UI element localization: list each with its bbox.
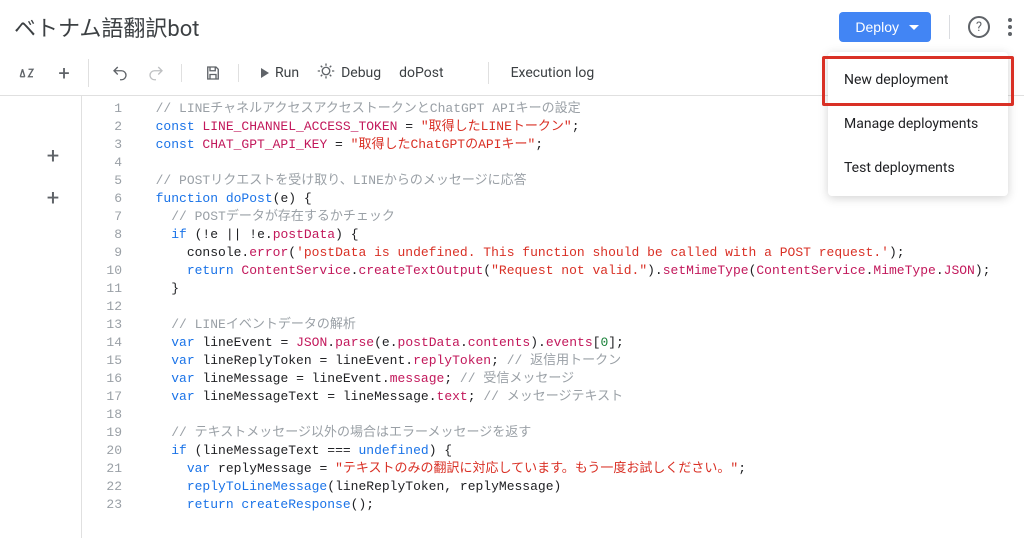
- help-icon[interactable]: ?: [968, 16, 990, 38]
- deploy-button-label: Deploy: [855, 19, 899, 35]
- line-number: 15: [82, 352, 122, 370]
- toolbar-left: +: [18, 59, 89, 87]
- deploy-menu-item[interactable]: New deployment: [828, 58, 1008, 102]
- code-line[interactable]: var replyMessage = "テキストのみの翻訳に対応しています。もう…: [140, 460, 1024, 478]
- deploy-menu-item[interactable]: Manage deployments: [828, 102, 1008, 146]
- deploy-menu-item[interactable]: Test deployments: [828, 146, 1008, 190]
- save-icon[interactable]: [204, 64, 222, 82]
- line-number: 4: [82, 154, 122, 172]
- az-icon[interactable]: [18, 64, 36, 82]
- project-title[interactable]: ベトナム語翻訳bot: [14, 11, 199, 43]
- add-icon[interactable]: +: [39, 184, 67, 212]
- debug-label: Debug: [341, 65, 381, 81]
- line-number: 7: [82, 208, 122, 226]
- deploy-button[interactable]: Deploy: [839, 12, 931, 42]
- undo-icon[interactable]: [111, 64, 129, 82]
- code-line[interactable]: // POSTデータが存在するかチェック: [140, 208, 1024, 226]
- execution-log-button[interactable]: Execution log: [511, 65, 595, 81]
- code-line[interactable]: // LINEイベントデータの解析: [140, 316, 1024, 334]
- code-line[interactable]: // テキストメッセージ以外の場合はエラーメッセージを返す: [140, 424, 1024, 442]
- line-number: 5: [82, 172, 122, 190]
- header-right: Deploy ?: [839, 12, 1012, 42]
- line-number: 3: [82, 136, 122, 154]
- code-line[interactable]: [140, 298, 1024, 316]
- line-number: 23: [82, 496, 122, 514]
- line-number: 16: [82, 370, 122, 388]
- code-line[interactable]: var lineMessageText = lineMessage.text; …: [140, 388, 1024, 406]
- function-select[interactable]: doPost: [399, 65, 471, 81]
- line-number: 13: [82, 316, 122, 334]
- play-icon: [261, 68, 269, 78]
- line-number: 19: [82, 424, 122, 442]
- code-line[interactable]: return createResponse();: [140, 496, 1024, 514]
- bug-icon: [317, 62, 335, 84]
- code-line[interactable]: var lineMessage = lineEvent.message; // …: [140, 370, 1024, 388]
- chevron-down-icon: [909, 25, 919, 30]
- toolbar-main: Run Debug doPost Execution log: [97, 62, 594, 84]
- code-line[interactable]: if (!e || !e.postData) {: [140, 226, 1024, 244]
- sidebar: + +: [0, 96, 82, 538]
- code-line[interactable]: replyToLineMessage(lineReplyToken, reply…: [140, 478, 1024, 496]
- divider: [949, 15, 950, 39]
- line-number: 8: [82, 226, 122, 244]
- line-number: 11: [82, 280, 122, 298]
- kebab-menu-icon[interactable]: [1008, 14, 1012, 40]
- code-line[interactable]: return ContentService.createTextOutput("…: [140, 262, 1024, 280]
- line-number: 18: [82, 406, 122, 424]
- code-line[interactable]: console.error('postData is undefined. Th…: [140, 244, 1024, 262]
- header: ベトナム語翻訳bot Deploy ?: [0, 0, 1024, 50]
- run-label: Run: [275, 65, 299, 81]
- function-name: doPost: [399, 65, 443, 81]
- line-number: 20: [82, 442, 122, 460]
- line-number: 9: [82, 244, 122, 262]
- line-number: 10: [82, 262, 122, 280]
- line-number: 1: [82, 100, 122, 118]
- line-number: 2: [82, 118, 122, 136]
- code-line[interactable]: var lineEvent = JSON.parse(e.postData.co…: [140, 334, 1024, 352]
- deploy-dropdown: New deploymentManage deploymentsTest dep…: [828, 52, 1008, 196]
- line-number: 21: [82, 460, 122, 478]
- line-number: 17: [82, 388, 122, 406]
- add-icon[interactable]: +: [39, 142, 67, 170]
- code-line[interactable]: var lineReplyToken = lineEvent.replyToke…: [140, 352, 1024, 370]
- line-number: 6: [82, 190, 122, 208]
- exec-log-label: Execution log: [511, 65, 595, 81]
- line-number: 12: [82, 298, 122, 316]
- line-number: 22: [82, 478, 122, 496]
- code-line[interactable]: [140, 406, 1024, 424]
- line-gutter: 1234567891011121314151617181920212223: [82, 96, 134, 538]
- line-number: 14: [82, 334, 122, 352]
- code-line[interactable]: }: [140, 280, 1024, 298]
- code-line[interactable]: if (lineMessageText === undefined) {: [140, 442, 1024, 460]
- add-file-icon[interactable]: +: [50, 59, 78, 87]
- debug-button[interactable]: Debug: [317, 62, 381, 84]
- redo-icon[interactable]: [147, 64, 165, 82]
- run-button[interactable]: Run: [261, 65, 299, 81]
